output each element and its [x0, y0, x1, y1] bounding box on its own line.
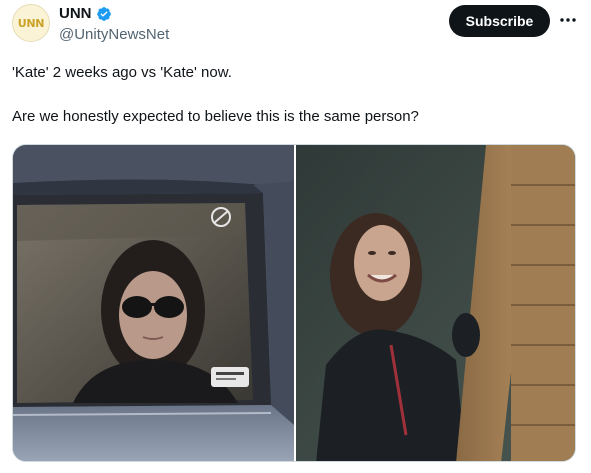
display-name[interactable]: UNN: [59, 5, 92, 22]
avatar-logo-text: UNN: [17, 16, 45, 30]
subscribe-button[interactable]: Subscribe: [449, 5, 550, 37]
verified-badge-icon: [96, 6, 111, 21]
avatar[interactable]: UNN: [12, 4, 50, 42]
author-name-row: UNN: [59, 5, 112, 22]
tweet-card: UNN UNN @UnityNewsNet Subscribe 'Kate' 2…: [0, 0, 591, 473]
photo-woman-in-car[interactable]: [13, 145, 294, 461]
more-options-icon: [560, 18, 576, 22]
car-photo-illustration: [13, 145, 294, 461]
author-handle[interactable]: @UnityNewsNet: [59, 26, 169, 43]
media-grid: [12, 144, 576, 462]
tweet-text-line-1: 'Kate' 2 weeks ago vs 'Kate' now.: [12, 64, 232, 81]
tweet-text-line-2: Are we honestly expected to believe this…: [12, 108, 419, 125]
photo-woman-smiling[interactable]: [296, 145, 575, 461]
outdoor-photo-illustration: [296, 145, 575, 461]
more-options-button[interactable]: [556, 8, 580, 32]
